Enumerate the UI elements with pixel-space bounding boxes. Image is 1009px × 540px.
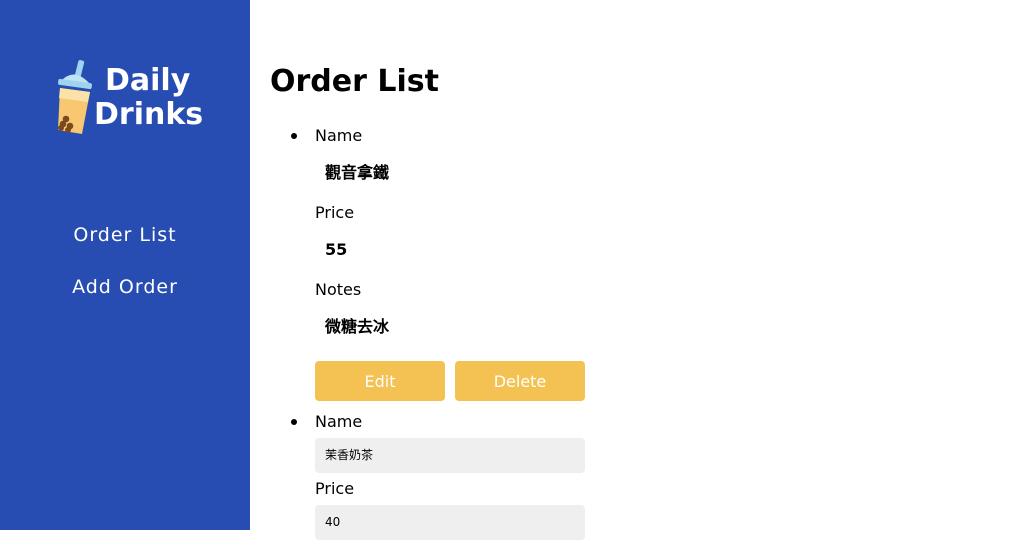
- edit-button[interactable]: Edit: [315, 361, 445, 401]
- price-value: 55: [325, 240, 348, 259]
- page-title: Order List: [270, 64, 439, 99]
- price-label: Price: [315, 203, 355, 222]
- sidebar: Daily Drinks Order List Add Order: [0, 0, 250, 530]
- brand-name: Daily Drinks: [94, 64, 203, 132]
- notes-label: Notes: [315, 280, 362, 299]
- order-item-editing: Name 茉香奶茶 Price 40: [291, 412, 615, 540]
- main-content: Order List Name 觀音拿鐵 Price 55 Notes 微糖去冰…: [270, 0, 990, 540]
- notes-value: 微糖去冰: [325, 317, 390, 336]
- nav-item-order-list[interactable]: Order List: [0, 218, 250, 252]
- name-value: 觀音拿鐵: [325, 163, 390, 182]
- nav-item-add-order[interactable]: Add Order: [0, 270, 250, 304]
- brand-line-1: Daily: [105, 63, 191, 98]
- price-label: Price: [315, 479, 355, 498]
- list-bullet: [291, 419, 297, 425]
- sidebar-nav: Order List Add Order: [0, 218, 250, 322]
- bubble-tea-icon: [58, 60, 92, 134]
- name-label: Name: [315, 412, 363, 431]
- name-label: Name: [315, 126, 363, 145]
- price-input[interactable]: 40: [315, 505, 585, 540]
- order-item: Name 觀音拿鐵 Price 55 Notes 微糖去冰 Edit Delet…: [291, 126, 615, 406]
- logo[interactable]: Daily Drinks: [50, 58, 210, 138]
- list-bullet: [291, 133, 297, 139]
- name-input[interactable]: 茉香奶茶: [315, 438, 585, 473]
- brand-line-2: Drinks: [94, 97, 204, 132]
- delete-button[interactable]: Delete: [455, 361, 585, 401]
